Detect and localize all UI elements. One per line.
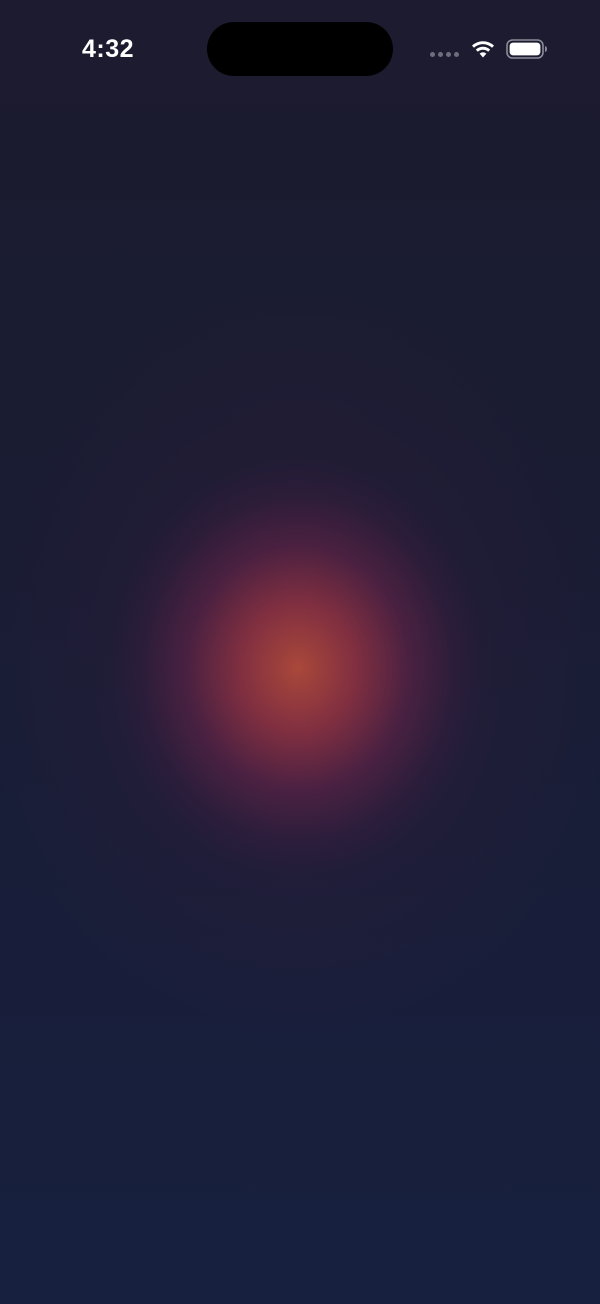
dynamic-island <box>207 22 393 76</box>
signal-dots-icon <box>430 52 460 58</box>
battery-icon <box>506 39 547 59</box>
radial-glow-background <box>0 0 600 1304</box>
phone-screen: 4:32 <box>0 0 600 1304</box>
wifi-icon <box>472 41 494 58</box>
status-bar: 4:32 <box>0 0 600 100</box>
status-time: 4:32 <box>82 35 135 63</box>
